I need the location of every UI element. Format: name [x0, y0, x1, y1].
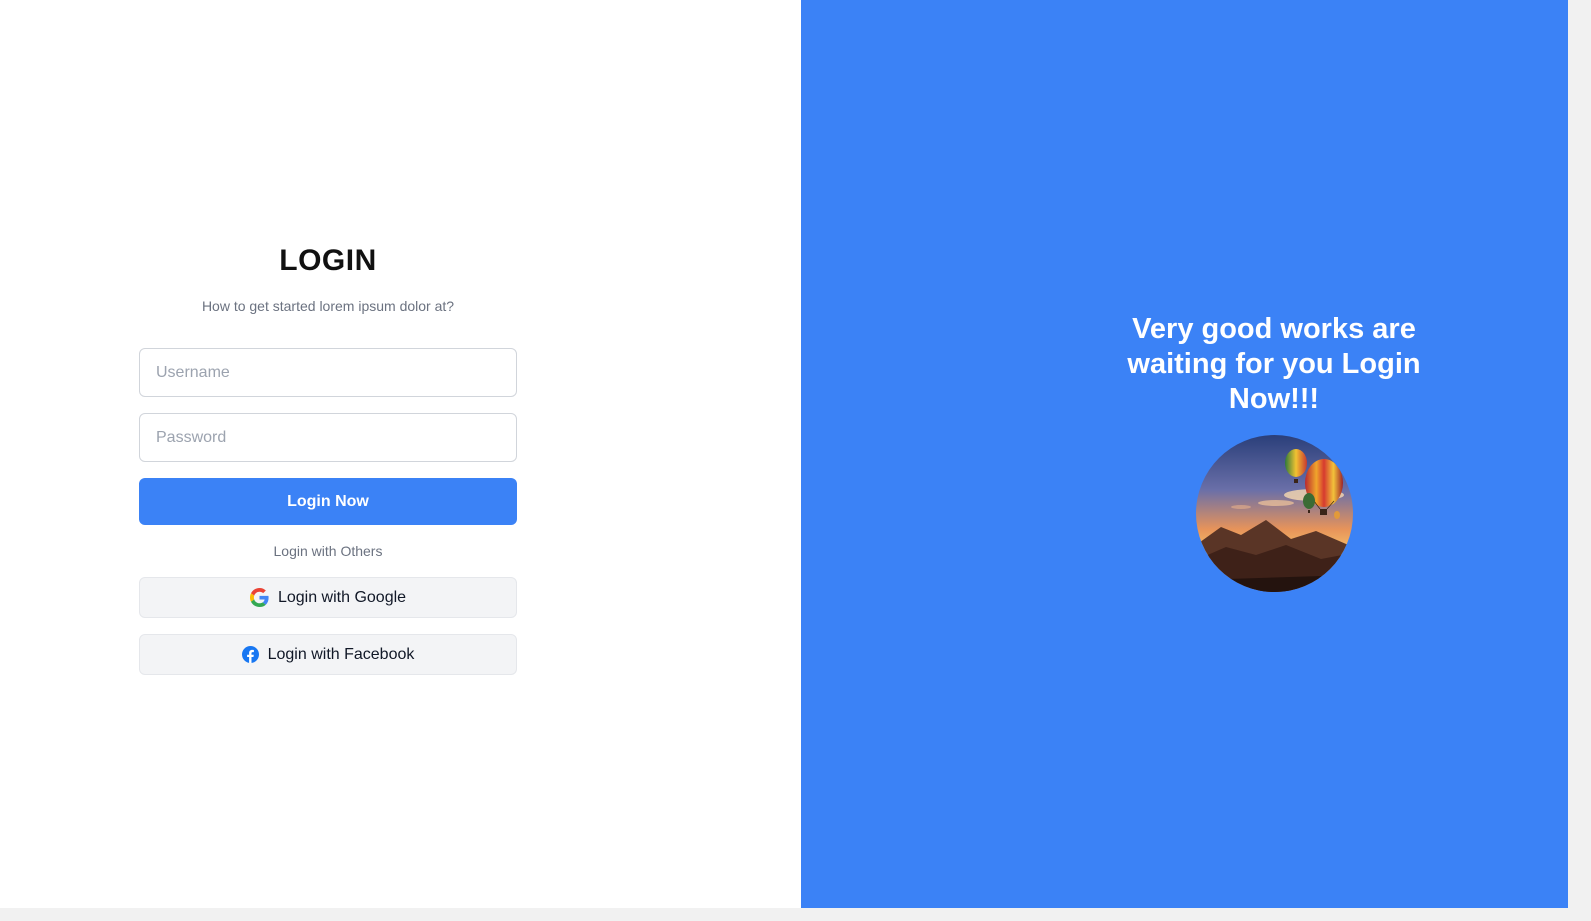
login-facebook-label: Login with Facebook [267, 645, 415, 663]
vertical-scrollbar[interactable] [1568, 0, 1591, 921]
login-now-button[interactable]: Login Now [139, 478, 517, 525]
promo-headline: Very good works are waiting for you Logi… [1127, 313, 1421, 415]
username-input[interactable] [139, 348, 517, 397]
login-facebook-button[interactable]: Login with Facebook [139, 634, 517, 675]
login-google-label: Login with Google [277, 588, 407, 606]
login-panel: LOGIN How to get started lorem ipsum dol… [0, 0, 801, 908]
login-with-others-label: Login with Others [273, 543, 383, 559]
google-icon [249, 588, 269, 607]
login-now-label: Login Now [287, 492, 369, 510]
login-subtitle: How to get started lorem ipsum dolor at? [201, 298, 455, 314]
login-google-button[interactable]: Login with Google [139, 577, 517, 618]
password-input[interactable] [139, 413, 517, 462]
promo-panel [801, 0, 1568, 908]
horizontal-scrollbar[interactable] [0, 908, 1568, 921]
login-title: LOGIN [279, 244, 377, 277]
facebook-icon [241, 646, 259, 663]
hot-air-balloons-image [1196, 435, 1353, 592]
